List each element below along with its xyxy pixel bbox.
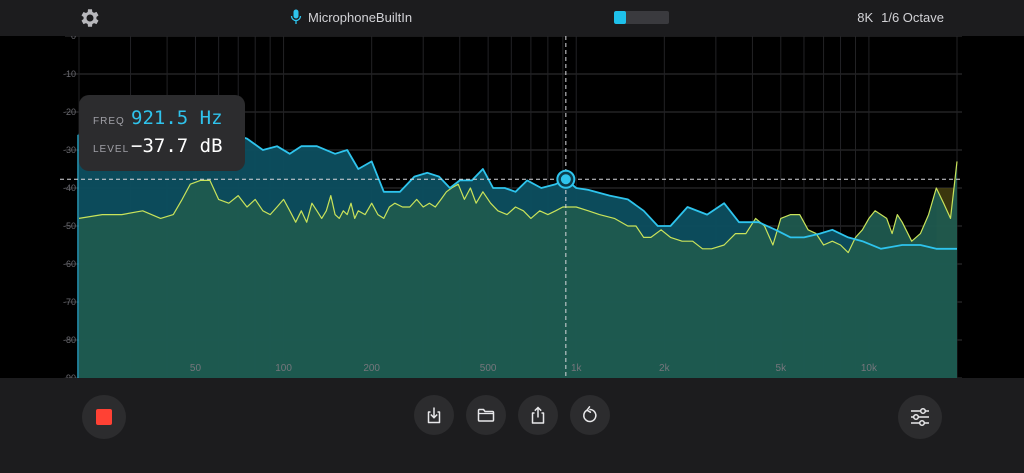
y-tick-label: -40 — [63, 183, 76, 193]
sliders-icon — [911, 407, 929, 427]
spectrum-plot[interactable]: 0 -10 -20 -30 -40 -50 -60 -70 -80 -90 50 100 200 500 1… — [0, 36, 1024, 378]
freq-key: FREQ — [93, 116, 125, 127]
fft-size-label: 8K — [857, 10, 874, 25]
stop-icon — [96, 409, 112, 425]
input-device-selector[interactable]: MicrophoneBuiltIn — [290, 9, 412, 25]
left-edge-strip — [77, 134, 79, 378]
top-bar: MicrophoneBuiltIn 8K 1/6 Octave — [0, 0, 1024, 36]
input-level-fill — [614, 11, 627, 24]
y-tick-label: -60 — [63, 259, 76, 269]
folder-icon — [477, 408, 495, 422]
share-button[interactable] — [518, 395, 558, 435]
input-device-label: MicrophoneBuiltIn — [308, 9, 413, 25]
y-tick-label: -80 — [63, 335, 76, 345]
share-icon — [531, 406, 545, 424]
analysis-settings[interactable]: 8K 1/6 Octave — [857, 10, 944, 25]
cursor-readout: FREQ 921.5 Hz LEVEL −37.7 dB — [79, 95, 245, 171]
y-tick-label: -50 — [63, 221, 76, 231]
level-value: −37.7 dB — [131, 135, 223, 157]
spectrum-chart[interactable]: 0-10-20-30-40-50-60-70-80-9050 100 200 500 1… — [0, 36, 1024, 378]
input-level-meter — [614, 11, 669, 24]
cursor-marker-dot — [560, 174, 571, 185]
y-tick-label: -30 — [63, 145, 76, 155]
y-tick-label: 0 — [71, 36, 76, 41]
x-tick-label: 5k — [776, 363, 788, 374]
reset-icon — [583, 406, 597, 423]
save-download-icon — [427, 407, 441, 424]
resolution-label: 1/6 Octave — [881, 10, 944, 25]
microphone-icon — [290, 9, 302, 24]
reset-button[interactable] — [570, 395, 610, 435]
save-button[interactable] — [414, 395, 454, 435]
level-key: LEVEL — [93, 144, 130, 155]
gear-icon — [81, 9, 99, 27]
x-tick-label: 10k — [861, 363, 878, 374]
y-tick-label: -10 — [63, 69, 76, 79]
bottom-toolbar — [0, 378, 1024, 473]
y-tick-label: -70 — [63, 297, 76, 307]
stop-button[interactable] — [82, 395, 126, 439]
open-button[interactable] — [466, 395, 506, 435]
settings-button[interactable] — [78, 6, 102, 30]
x-tick-label: 50 — [190, 363, 202, 374]
x-tick-label: 500 — [480, 363, 497, 374]
x-tick-label: 2k — [659, 363, 671, 374]
freq-value: 921.5 Hz — [131, 107, 223, 129]
y-tick-label: -20 — [63, 107, 76, 117]
display-settings-button[interactable] — [898, 395, 942, 439]
x-tick-label: 200 — [363, 363, 380, 374]
x-tick-label: 1k — [571, 363, 583, 374]
x-tick-label: 100 — [275, 363, 292, 374]
